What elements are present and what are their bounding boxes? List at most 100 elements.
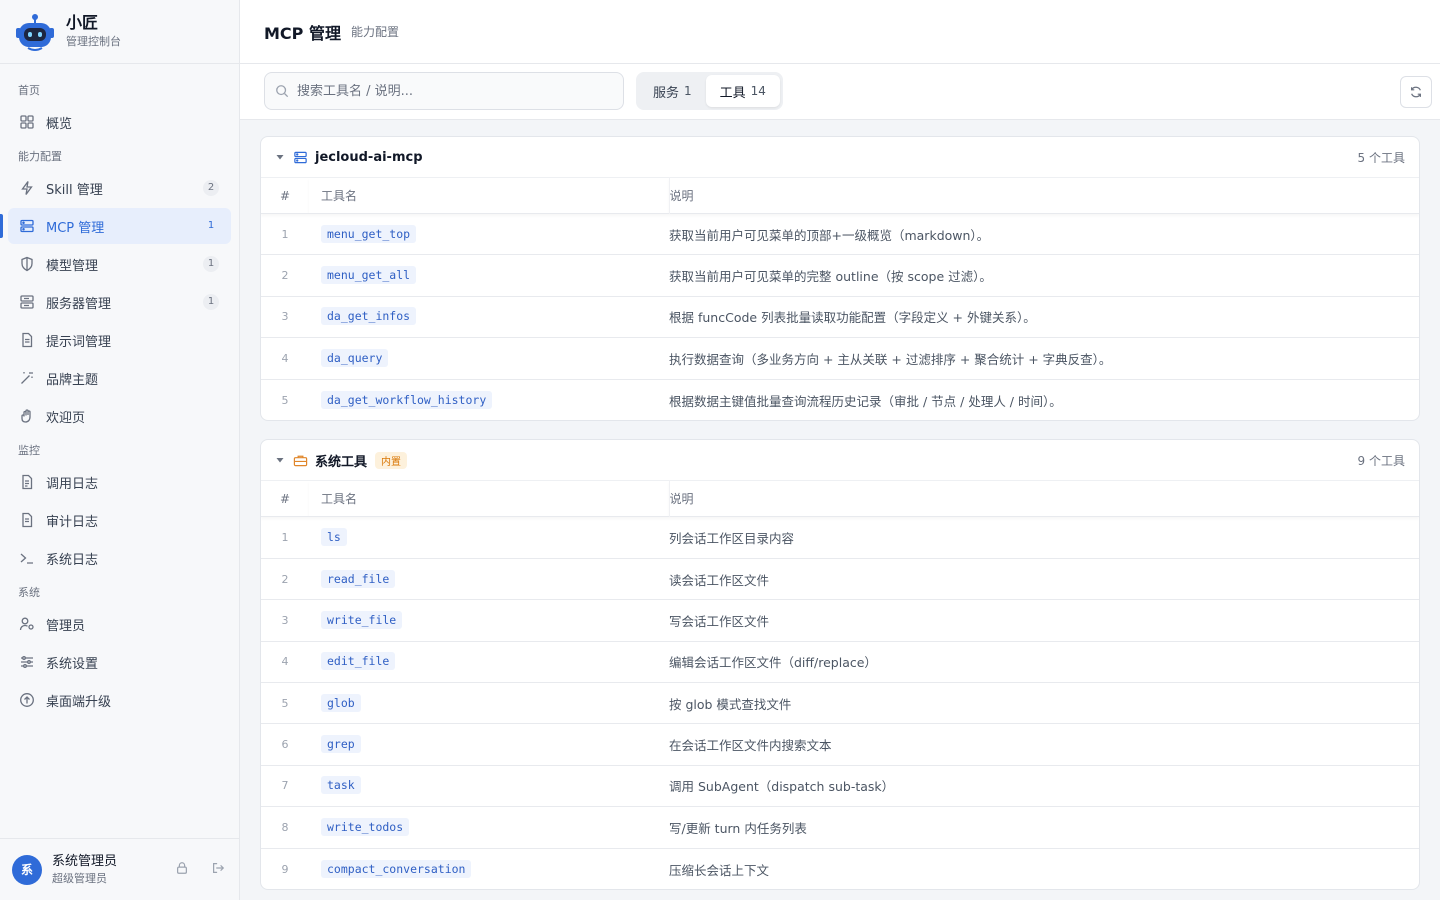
sidebar-item[interactable]: 系统设置 — [8, 644, 231, 680]
sidebar-item[interactable]: 提示词管理 — [8, 322, 231, 358]
table-row[interactable]: 8 write_todos 写/更新 turn 内任务列表 — [261, 806, 1419, 849]
sidebar-item-label: 调用日志 — [46, 476, 99, 492]
row-index: 4 — [261, 337, 309, 380]
sidebar-item[interactable]: 桌面端升级 — [8, 682, 231, 718]
sidebar-item[interactable]: 模型管理 1 — [8, 246, 231, 282]
table-row[interactable]: 4 edit_file 编辑会话工作区文件（diff/replace） — [261, 640, 1419, 683]
sidebar-item[interactable]: MCP 管理 1 — [0, 208, 231, 244]
table-row[interactable]: 3 da_get_infos 根据 funcCode 列表批量读取功能配置（字段定义… — [261, 295, 1419, 338]
tool-table: # 工具名 说明 1 ls 列会话工作区目录内容 2 read_file 读会话工作区文件 3 wr… — [261, 480, 1419, 890]
table-row[interactable]: 3 write_file 写会话工作区文件 — [261, 599, 1419, 642]
tool-list: jecloud-ai-mcp 5 个工具 # 工具名 说明 1 menu_get_top 获取… — [240, 120, 1440, 900]
sidebar-item-label: Skill 管理 — [46, 182, 103, 198]
sidebar-item-label: 服务器管理 — [46, 296, 112, 312]
tool-name-cell: ls — [309, 516, 669, 559]
tool-name-code: compact_conversation — [321, 859, 472, 878]
tab-services-count: 1 — [684, 84, 692, 98]
toolbar: 服务 1 工具 14 — [240, 64, 1440, 120]
table-row[interactable]: 6 grep 在会话工作区文件内搜索文本 — [261, 723, 1419, 766]
table-row[interactable]: 1 menu_get_top 获取当前用户可见菜单的顶部+一级概览（markdown… — [261, 212, 1419, 255]
row-index: 5 — [261, 378, 309, 421]
tab-tools-count: 14 — [750, 84, 766, 98]
table-row[interactable]: 9 compact_conversation 压缩长会话上下文 — [261, 847, 1419, 890]
count-badge: 1 — [203, 256, 219, 272]
logout-icon[interactable] — [211, 861, 225, 875]
grid-icon — [18, 113, 36, 131]
row-index: 8 — [261, 806, 309, 849]
tab-services[interactable]: 服务 1 — [639, 75, 706, 107]
log-icon — [18, 473, 36, 491]
sidebar-item[interactable]: 管理员 — [8, 606, 231, 642]
sidebar-item[interactable]: 系统日志 — [8, 540, 231, 576]
sidebar-item[interactable]: 调用日志 — [8, 464, 231, 500]
sidebar-item[interactable]: Skill 管理 2 — [8, 170, 231, 206]
count-badge: 2 — [203, 180, 219, 196]
row-index: 3 — [261, 599, 309, 642]
tool-description: 列会话工作区目录内容 — [669, 516, 1419, 559]
table-header-row: # 工具名 说明 — [261, 177, 1419, 214]
tool-name-cell: menu_get_all — [309, 254, 669, 297]
table-row[interactable]: 4 da_query 执行数据查询（多业务方向 + 主从关联 + 过滤排序 + 聚合… — [261, 337, 1419, 380]
tool-group-header[interactable]: 系统工具 内置 9 个工具 — [261, 440, 1419, 480]
caret-down-icon[interactable] — [275, 151, 287, 163]
sidebar-item[interactable]: 审计日志 — [8, 502, 231, 538]
sliders-icon — [18, 653, 36, 671]
sidebar-item[interactable]: 品牌主题 — [8, 360, 231, 396]
robot-logo-icon — [14, 11, 56, 53]
sidebar-item-label: 品牌主题 — [46, 372, 99, 388]
tool-description: 获取当前用户可见菜单的顶部+一级概览（markdown）。 — [669, 212, 1419, 255]
column-header-tool-name: 工具名 — [309, 480, 670, 517]
tool-name-cell: grep — [309, 723, 669, 766]
table-row[interactable]: 7 task 调用 SubAgent（dispatch sub-task） — [261, 764, 1419, 807]
sidebar-item[interactable]: 概览 — [8, 104, 231, 140]
search-input[interactable] — [297, 83, 597, 99]
lock-icon[interactable] — [175, 861, 189, 875]
tool-description: 根据 funcCode 列表批量读取功能配置（字段定义 + 外键关系）。 — [669, 295, 1419, 338]
brand: 小匠 管理控制台 — [0, 0, 239, 64]
count-badge: 1 — [203, 294, 219, 310]
sidebar: 小匠 管理控制台 首页 概览 能力配置 Skill 管理 2 MCP 管理 1 模型管理 1 服务… — [0, 0, 240, 900]
column-header-tool-name: 工具名 — [309, 177, 670, 214]
tool-name-cell: menu_get_top — [309, 212, 669, 255]
server-icon — [293, 149, 309, 165]
table-row[interactable]: 5 glob 按 glob 模式查找文件 — [261, 682, 1419, 724]
table-row[interactable]: 2 read_file 读会话工作区文件 — [261, 557, 1419, 600]
section-label: 监控 — [18, 444, 40, 457]
sidebar-item-label: 欢迎页 — [46, 410, 86, 426]
caret-down-icon[interactable] — [275, 454, 287, 466]
audit-icon — [18, 511, 36, 529]
section-label: 能力配置 — [18, 150, 62, 163]
tool-name-code: write_todos — [321, 817, 410, 836]
tool-name-cell: write_todos — [309, 806, 669, 849]
row-index: 7 — [261, 764, 309, 807]
sidebar-item[interactable]: 欢迎页 — [8, 398, 231, 434]
refresh-button[interactable] — [1400, 76, 1432, 108]
sidebar-item-label: 系统设置 — [46, 656, 99, 672]
tool-name-cell: edit_file — [309, 640, 669, 683]
tool-name-cell: read_file — [309, 557, 669, 600]
tool-count: 5 个工具 — [1357, 150, 1405, 165]
sidebar-item[interactable]: 服务器管理 1 — [8, 284, 231, 320]
table-row[interactable]: 1 ls 列会话工作区目录内容 — [261, 516, 1419, 559]
terminal-icon — [18, 549, 36, 567]
sidebar-item-label: 系统日志 — [46, 552, 99, 568]
brand-subtitle: 管理控制台 — [66, 35, 121, 48]
sidebar-item-label: 审计日志 — [46, 514, 99, 530]
tool-name-code: write_file — [321, 610, 403, 629]
table-row[interactable]: 5 da_get_workflow_history 根据数据主键值批量查询流程历史记… — [261, 378, 1419, 421]
tool-name-code: menu_get_all — [321, 266, 417, 285]
row-index: 4 — [261, 640, 309, 683]
sidebar-item-label: 概览 — [46, 116, 73, 132]
user-key-icon — [18, 615, 36, 633]
user-name: 系统管理员 — [52, 853, 118, 869]
refresh-icon — [1411, 86, 1421, 98]
page-title: MCP 管理 — [264, 23, 341, 43]
tool-name-cell: da_get_workflow_history — [309, 378, 669, 421]
tool-description: 获取当前用户可见菜单的完整 outline（按 scope 过滤）。 — [669, 254, 1419, 297]
table-row[interactable]: 2 menu_get_all 获取当前用户可见菜单的完整 outline（按 sco… — [261, 254, 1419, 297]
avatar[interactable]: 系 — [12, 854, 42, 885]
tool-description: 写会话工作区文件 — [669, 599, 1419, 642]
tool-name-code: menu_get_top — [321, 224, 417, 243]
tab-tools[interactable]: 工具 14 — [705, 75, 780, 107]
tool-group-header[interactable]: jecloud-ai-mcp 5 个工具 — [261, 137, 1419, 177]
